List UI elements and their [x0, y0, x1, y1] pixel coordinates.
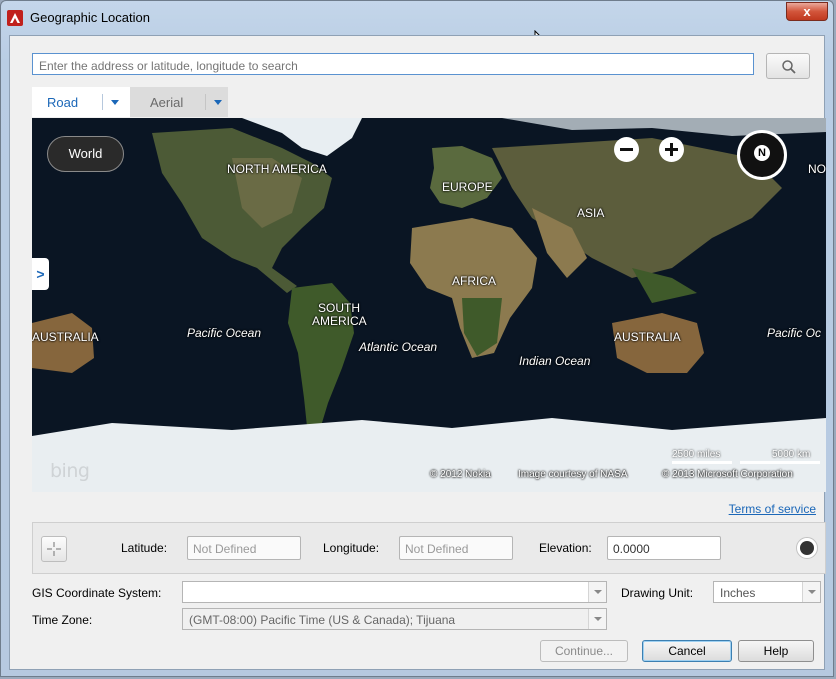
time-zone-label: Time Zone: [32, 613, 93, 627]
drawing-unit-select[interactable]: Inches [713, 581, 821, 603]
scale-km-label: 5000 km [772, 449, 811, 460]
app-logo-icon [7, 10, 23, 26]
map-label-south-america: SOUTH [318, 301, 360, 315]
map-label-africa: AFRICA [452, 274, 497, 288]
map-label-north-america: NORTH AMERICA [227, 162, 327, 176]
coordinates-panel: Latitude: Not Defined Longitude: Not Def… [32, 522, 826, 574]
tab-aerial-label: Aerial [150, 95, 184, 110]
gis-coordinate-system-label: GIS Coordinate System: [32, 586, 162, 600]
gis-coordinate-system-select[interactable] [182, 581, 607, 603]
latitude-label: Latitude: [121, 541, 168, 555]
attribution-microsoft: © 2013 Microsoft Corporation [662, 469, 793, 480]
map-label-pacific-ocean: Pacific Ocean [187, 326, 262, 340]
tab-divider [102, 94, 103, 110]
search-button[interactable] [766, 53, 810, 79]
longitude-label: Longitude: [323, 541, 380, 555]
map-label-europe: EUROPE [442, 180, 493, 194]
tab-road-label: Road [47, 95, 79, 110]
title-bar[interactable]: Geographic Location x [1, 1, 833, 35]
compass-north-label: N [754, 145, 770, 161]
zoom-in-icon[interactable] [659, 137, 684, 162]
remove-location-button[interactable] [796, 537, 818, 559]
terms-of-service-link[interactable]: Terms of service [729, 502, 816, 516]
map-label-south-america-2: AMERICA [312, 314, 367, 328]
geographic-location-dialog: Geographic Location x Road Aerial [0, 0, 834, 677]
continue-button[interactable]: Continue... [540, 640, 628, 662]
elevation-field[interactable]: 0.0000 [607, 536, 721, 560]
tab-aerial[interactable]: Aerial [130, 87, 228, 117]
search-icon [782, 60, 796, 74]
scale-miles-label: 2500 miles [672, 449, 721, 460]
cancel-button[interactable]: Cancel [642, 640, 732, 662]
map-label-pacific-ocean-right: Pacific Oc [767, 326, 822, 340]
remove-location-icon [800, 541, 814, 555]
close-button[interactable]: x [786, 2, 828, 21]
scale-bar-km [740, 461, 820, 464]
map-side-expander-button[interactable]: > [32, 258, 49, 290]
longitude-field[interactable]: Not Defined [399, 536, 513, 560]
bing-logo: bing [50, 460, 90, 482]
map-label-australia-left: AUSTRALIA [32, 330, 99, 344]
compass-rotate-control[interactable]: N [737, 130, 787, 180]
attribution-nokia: © 2012 Nokia [430, 469, 491, 480]
drawing-unit-value: Inches [720, 586, 756, 600]
map-type-bar: Road Aerial [32, 87, 228, 117]
aerial-dropdown-icon[interactable] [214, 100, 222, 105]
road-dropdown-icon[interactable] [111, 100, 119, 105]
map-view[interactable]: NORTH AMERICA EUROPE ASIA AFRICA SOUTH A… [32, 118, 826, 492]
pick-location-button[interactable] [41, 536, 67, 562]
time-zone-select[interactable]: (GMT-08:00) Pacific Time (US & Canada); … [182, 608, 607, 630]
map-label-asia: ASIA [577, 206, 605, 220]
map-label-atlantic-ocean: Atlantic Ocean [359, 340, 438, 354]
time-zone-value: (GMT-08:00) Pacific Time (US & Canada); … [189, 613, 456, 627]
latitude-field[interactable]: Not Defined [187, 536, 301, 560]
attribution-nasa: Image courtesy of NASA [518, 469, 628, 480]
scale-bar-miles [672, 461, 732, 464]
dialog-client-area: Road Aerial [9, 35, 826, 670]
search-input[interactable] [32, 53, 754, 75]
map-label-north-partial: NOR [808, 162, 826, 176]
chevron-down-icon [588, 609, 606, 629]
chevron-down-icon [588, 582, 606, 602]
zoom-out-icon[interactable] [614, 137, 639, 162]
chevron-down-icon [802, 582, 820, 602]
map-label-indian-ocean: Indian Ocean [519, 354, 591, 368]
tab-road[interactable]: Road [32, 87, 130, 117]
tab-divider [205, 94, 206, 110]
elevation-label: Elevation: [539, 541, 592, 555]
crosshair-icon [47, 542, 61, 556]
drawing-unit-label: Drawing Unit: [621, 586, 694, 600]
help-button[interactable]: Help [738, 640, 814, 662]
world-button[interactable]: World [47, 136, 124, 172]
window-title: Geographic Location [30, 10, 150, 25]
world-map-image [32, 118, 826, 492]
map-label-australia-right: AUSTRALIA [614, 330, 681, 344]
